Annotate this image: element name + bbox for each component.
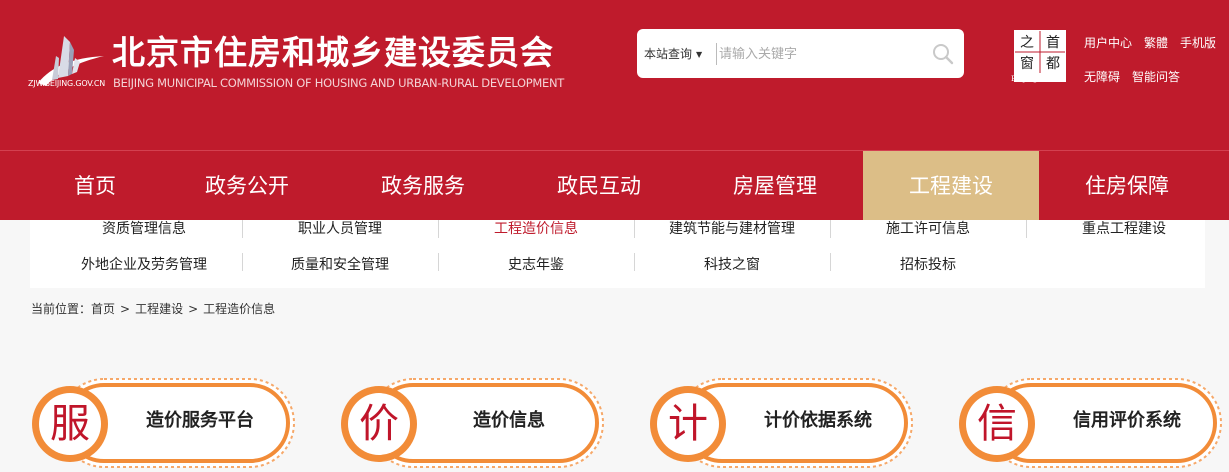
capital-logo-char-3: 窗: [1020, 55, 1034, 72]
card-icon-char: 计: [668, 401, 708, 447]
breadcrumb-engineering[interactable]: 工程建设: [135, 302, 183, 316]
accessibility-link[interactable]: 无障碍: [1084, 68, 1120, 85]
traditional-chinese-link[interactable]: 繁體: [1144, 34, 1168, 51]
sub-nav: 资质管理信息 职业人员管理 工程造价信息 建筑节能与建材管理 施工许可信息 重点…: [30, 220, 1205, 288]
subnav-item-energy-saving[interactable]: 建筑节能与建材管理: [634, 218, 830, 238]
breadcrumb-home[interactable]: 首页: [91, 302, 115, 316]
subnav-item-technology[interactable]: 科技之窗: [634, 254, 830, 274]
card-label: 计价依据系统: [764, 410, 872, 431]
site-subtitle: BEIJING MUNICIPAL COMMISSION OF HOUSING …: [113, 76, 565, 90]
card-credit-evaluation-system[interactable]: 信 信用评价系统: [957, 373, 1225, 472]
search-scope-select[interactable]: 本站查询 ▼: [644, 45, 702, 62]
card-icon-char: 信: [977, 401, 1017, 447]
breadcrumb-prefix: 当前位置：: [31, 302, 92, 316]
breadcrumb-cost-info[interactable]: 工程造价信息: [203, 302, 275, 316]
nav-item-home[interactable]: 首页: [7, 151, 183, 221]
card-label: 造价信息: [473, 410, 545, 431]
nav-item-government-affairs[interactable]: 政务公开: [159, 151, 335, 221]
card-icon-char: 价: [359, 401, 399, 447]
breadcrumb-separator: >: [120, 302, 131, 316]
capital-logo-char-2: 首: [1046, 35, 1060, 51]
nav-item-engineering[interactable]: 工程建设: [863, 151, 1039, 221]
card-icon-char: 服: [50, 401, 90, 447]
mobile-version-link[interactable]: 手机版: [1180, 34, 1216, 51]
logo-domain-text: ZJW.BEIJING.GOV.CN: [28, 79, 106, 88]
subnav-item-quality-safety[interactable]: 质量和安全管理: [242, 254, 438, 274]
breadcrumb-separator: >: [188, 302, 199, 316]
card-label: 信用评价系统: [1073, 410, 1181, 431]
capital-logo-char-1: 之: [1020, 35, 1034, 51]
card-label: 造价服务平台: [146, 410, 254, 431]
card-cost-service-platform[interactable]: 服 造价服务平台: [30, 373, 298, 472]
subnav-item-bidding[interactable]: 招标投标: [830, 254, 1026, 274]
capital-logo-char-4: 都: [1046, 56, 1060, 72]
search-input[interactable]: [719, 41, 919, 67]
search-divider: [716, 43, 717, 65]
breadcrumb: 当前位置：首页 > 工程建设 > 工程造价信息: [31, 300, 275, 317]
caret-down-icon: ▼: [696, 50, 703, 59]
nav-item-government-services[interactable]: 政务服务: [335, 151, 511, 221]
nav-item-housing-security[interactable]: 住房保障: [1039, 151, 1215, 221]
subnav-item-cost-info[interactable]: 工程造价信息: [438, 218, 634, 238]
site-header: ZJW.BEIJING.GOV.CN 北京市住房和城乡建设委员会 BEIJING…: [0, 0, 1229, 150]
subnav-item-external-enterprises[interactable]: 外地企业及劳务管理: [46, 254, 242, 274]
nav-item-interaction[interactable]: 政民互动: [511, 151, 687, 221]
capital-logo-caption: Beijing·China: [1011, 74, 1063, 83]
subnav-item-professionals[interactable]: 职业人员管理: [242, 218, 438, 238]
site-title[interactable]: 北京市住房和城乡建设委员会: [112, 26, 554, 74]
subnav-item-construction-permit[interactable]: 施工许可信息: [830, 218, 1026, 238]
search-icon[interactable]: [931, 42, 955, 66]
card-pricing-basis-system[interactable]: 计 计价依据系统: [648, 373, 916, 472]
search-scope-label: 本站查询: [644, 47, 693, 61]
subnav-item-annals[interactable]: 史志年鉴: [438, 254, 634, 274]
main-nav: 首页 政务公开 政务服务 政民互动 房屋管理 工程建设 住房保障: [0, 150, 1229, 221]
nav-item-housing-management[interactable]: 房屋管理: [687, 151, 863, 221]
search-box: 本站查询 ▼: [637, 29, 964, 78]
user-center-link[interactable]: 用户中心: [1084, 34, 1132, 51]
subnav-item-key-projects[interactable]: 重点工程建设: [1026, 218, 1222, 238]
card-cost-info[interactable]: 价 造价信息: [339, 373, 607, 472]
smart-qa-link[interactable]: 智能问答: [1132, 68, 1180, 85]
subnav-item-qualification[interactable]: 资质管理信息: [46, 218, 242, 238]
